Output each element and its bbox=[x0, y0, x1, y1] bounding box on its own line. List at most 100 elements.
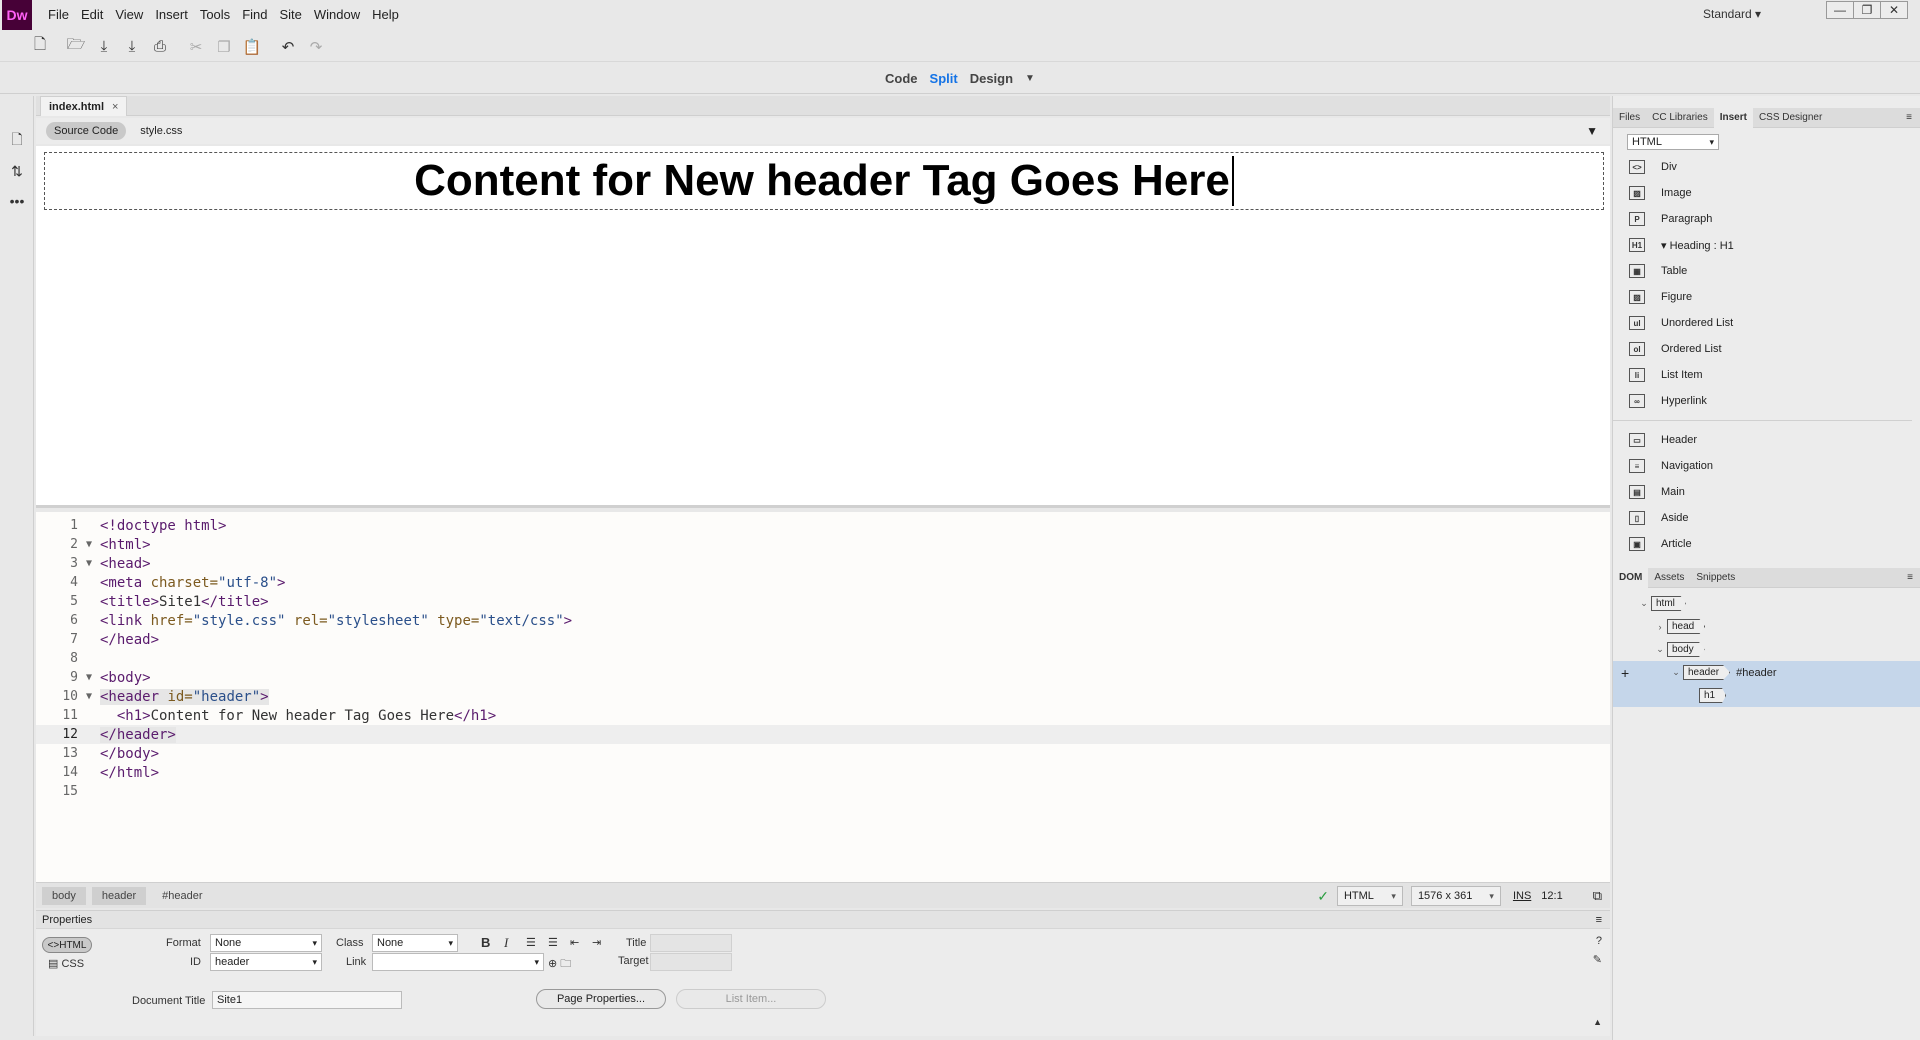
panel-tab-assets[interactable]: Assets bbox=[1648, 568, 1690, 588]
insert-item-div[interactable]: <> Div bbox=[1613, 154, 1920, 180]
code-line[interactable]: 15 bbox=[36, 782, 1610, 801]
no-errors-icon[interactable]: ✓ bbox=[1317, 888, 1329, 905]
panel-tab-files[interactable]: Files bbox=[1613, 108, 1646, 128]
preview-icon[interactable]: ⧉ bbox=[1593, 888, 1602, 904]
insert-item-paragraph[interactable]: P Paragraph bbox=[1613, 206, 1920, 232]
code-view-button[interactable]: Code bbox=[885, 71, 918, 86]
format-select[interactable]: None ▾ bbox=[210, 934, 322, 952]
class-select[interactable]: None ▾ bbox=[372, 934, 458, 952]
fold-toggle[interactable]: ▼ bbox=[78, 539, 100, 550]
panel-tab-css-designer[interactable]: CSS Designer bbox=[1753, 108, 1828, 128]
dom-tag[interactable]: html bbox=[1651, 596, 1686, 611]
tag-selector-body[interactable]: body bbox=[42, 886, 86, 905]
insert-item-hyperlink[interactable]: ∞ Hyperlink bbox=[1613, 388, 1920, 414]
list-item-button[interactable]: List Item... bbox=[676, 989, 826, 1009]
code-line[interactable]: 6 <link href="style.css" rel="stylesheet"… bbox=[36, 611, 1610, 630]
insert-item-unordered-list[interactable]: ul Unordered List bbox=[1613, 310, 1920, 336]
italic-icon[interactable]: I bbox=[504, 935, 508, 951]
redo-icon[interactable]: ↷ bbox=[302, 36, 330, 58]
menu-window[interactable]: Window bbox=[308, 7, 366, 22]
dom-tag[interactable]: h1 bbox=[1699, 688, 1727, 703]
insert-item-figure[interactable]: ▨ Figure bbox=[1613, 284, 1920, 310]
insert-item-aside[interactable]: ▯ Aside bbox=[1613, 505, 1920, 531]
dom-node-head[interactable]: › head bbox=[1613, 615, 1920, 638]
filter-icon[interactable]: ▼ bbox=[1586, 124, 1598, 138]
minimize-button[interactable]: — bbox=[1826, 1, 1854, 19]
save-all-icon[interactable]: ⤓ bbox=[118, 36, 146, 58]
help-icon[interactable]: ? bbox=[1596, 935, 1602, 947]
code-line[interactable]: 1 <!doctype html> bbox=[36, 516, 1610, 535]
design-view[interactable]: Content for New header Tag Goes Here bbox=[36, 146, 1610, 508]
code-line[interactable]: 10 ▼ <header id="header"> bbox=[36, 687, 1610, 706]
tag-selector-id[interactable]: #header bbox=[152, 887, 212, 905]
panel-tab-cc-libraries[interactable]: CC Libraries bbox=[1646, 108, 1714, 128]
more-icon[interactable]: ••• bbox=[0, 186, 34, 216]
panel-tab-snippets[interactable]: Snippets bbox=[1690, 568, 1741, 588]
insert-mode[interactable]: INS bbox=[1513, 890, 1531, 902]
file-management-icon[interactable]: 🗋 bbox=[0, 126, 34, 156]
outdent-icon[interactable]: ⇤ bbox=[570, 936, 579, 949]
dom-tag[interactable]: body bbox=[1667, 642, 1705, 657]
chevron-down-icon[interactable]: ▼ bbox=[1025, 73, 1035, 84]
restore-button[interactable]: ❐ bbox=[1853, 1, 1881, 19]
insert-item-main[interactable]: ▤ Main bbox=[1613, 479, 1920, 505]
menu-edit[interactable]: Edit bbox=[75, 7, 109, 22]
cut-icon[interactable]: ✂ bbox=[182, 36, 210, 58]
menu-view[interactable]: View bbox=[109, 7, 149, 22]
copy-icon[interactable]: ❐ bbox=[210, 36, 238, 58]
code-line[interactable]: 2 ▼ <html> bbox=[36, 535, 1610, 554]
insert-item-navigation[interactable]: ≡ Navigation bbox=[1613, 453, 1920, 479]
page-properties-button[interactable]: Page Properties... bbox=[536, 989, 666, 1009]
target-select[interactable] bbox=[650, 953, 732, 971]
code-line[interactable]: 11 <h1>Content for New header Tag Goes H… bbox=[36, 706, 1610, 725]
fold-toggle[interactable]: ▼ bbox=[78, 558, 100, 569]
code-line[interactable]: 5 <title>Site1</title> bbox=[36, 592, 1610, 611]
insert-item-article[interactable]: ▣ Article bbox=[1613, 531, 1920, 557]
split-view-button[interactable]: Split bbox=[930, 71, 958, 86]
open-icon[interactable]: 🗁 bbox=[62, 36, 90, 58]
menu-tools[interactable]: Tools bbox=[194, 7, 236, 22]
bold-icon[interactable]: B bbox=[481, 935, 490, 950]
unordered-list-icon[interactable]: ☰ bbox=[526, 936, 536, 949]
id-select[interactable]: header ▾ bbox=[210, 953, 322, 971]
close-window-button[interactable]: ✕ bbox=[1880, 1, 1908, 19]
code-line[interactable]: 7 </head> bbox=[36, 630, 1610, 649]
code-line[interactable]: 9 ▼ <body> bbox=[36, 668, 1610, 687]
panel-tab-dom[interactable]: DOM bbox=[1613, 567, 1649, 588]
menu-help[interactable]: Help bbox=[366, 7, 405, 22]
dom-node-h1[interactable]: h1 bbox=[1613, 684, 1920, 707]
insert-item-ordered-list[interactable]: ol Ordered List bbox=[1613, 336, 1920, 362]
dom-node-header[interactable]: + ⌄ header #header bbox=[1613, 661, 1920, 684]
expand-toggle-icon[interactable]: ⌄ bbox=[1669, 667, 1683, 678]
panel-menu-icon[interactable]: ≡ bbox=[1907, 568, 1913, 588]
save-icon[interactable]: ⤓ bbox=[90, 36, 118, 58]
dom-node-html[interactable]: ⌄ html bbox=[1613, 592, 1920, 615]
panel-menu-icon[interactable]: ≡ bbox=[1906, 108, 1912, 128]
html-properties-button[interactable]: <> HTML bbox=[42, 937, 92, 953]
insert-item--heading-h1[interactable]: H1 ▾ Heading : H1 bbox=[1613, 232, 1920, 258]
sort-icon[interactable]: ⇅ bbox=[0, 156, 34, 186]
code-line[interactable]: 4 <meta charset="utf-8"> bbox=[36, 573, 1610, 592]
dom-tag[interactable]: head bbox=[1667, 619, 1706, 634]
tag-selector-header[interactable]: header bbox=[91, 886, 147, 905]
dom-tag[interactable]: header bbox=[1683, 665, 1731, 680]
header-element-box[interactable]: Content for New header Tag Goes Here bbox=[44, 152, 1604, 210]
ordered-list-icon[interactable]: ☰ bbox=[548, 936, 558, 949]
indent-icon[interactable]: ⇥ bbox=[592, 936, 601, 949]
css-properties-button[interactable]: ▤ CSS bbox=[48, 957, 84, 970]
expand-toggle-icon[interactable]: ⌄ bbox=[1653, 644, 1667, 655]
insert-category-select[interactable]: HTML ▾ bbox=[1627, 134, 1719, 150]
fold-toggle[interactable]: ▼ bbox=[78, 672, 100, 683]
insert-item-list-item[interactable]: li List Item bbox=[1613, 362, 1920, 388]
dom-node-body[interactable]: ⌄ body bbox=[1613, 638, 1920, 661]
menu-insert[interactable]: Insert bbox=[149, 7, 194, 22]
new-file-icon[interactable]: 🗋 bbox=[26, 36, 54, 58]
undo-icon[interactable]: ↶ bbox=[274, 36, 302, 58]
expand-toggle-icon[interactable]: ⌄ bbox=[1637, 598, 1651, 609]
insert-item-image[interactable]: ▨ Image bbox=[1613, 180, 1920, 206]
code-line[interactable]: 13 </body> bbox=[36, 744, 1610, 763]
title-input[interactable] bbox=[650, 934, 732, 952]
panel-menu-icon[interactable]: ≡ bbox=[1596, 914, 1602, 926]
workspace-switcher[interactable]: Standard ▾ bbox=[1703, 7, 1761, 21]
link-input[interactable]: ▾ bbox=[372, 953, 544, 971]
